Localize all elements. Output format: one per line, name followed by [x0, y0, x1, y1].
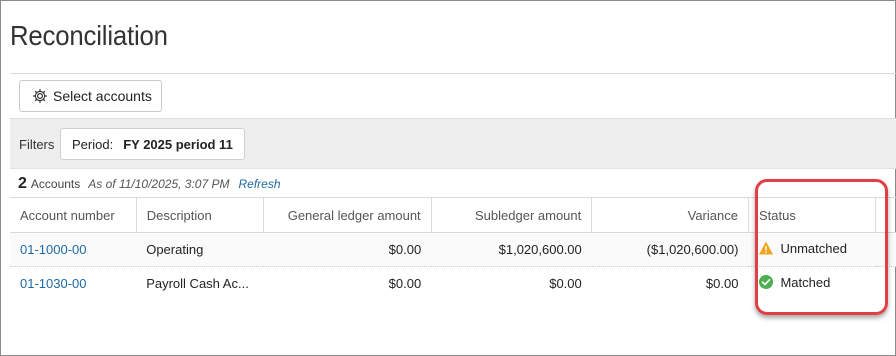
- status-badge: Unmatched: [758, 240, 847, 256]
- account-number-link[interactable]: 01-1000-00: [20, 242, 87, 257]
- accounts-count: 2: [18, 175, 27, 192]
- table-header-row: Account number Description General ledge…: [10, 197, 896, 233]
- column-header-account-number[interactable]: Account number: [10, 197, 137, 233]
- description-cell: Operating: [136, 232, 264, 267]
- column-header-subledger-amount[interactable]: Subledger amount: [430, 197, 592, 233]
- subledger-amount-cell: $1,020,600.00: [431, 232, 592, 267]
- variance-cell: ($1,020,600.00): [591, 232, 749, 267]
- filters-label: Filters: [19, 137, 55, 152]
- reconciliation-table: Account number Description General ledge…: [10, 197, 896, 301]
- status-text: Matched: [780, 274, 831, 290]
- page-title: Reconciliation: [10, 20, 168, 51]
- column-header-variance[interactable]: Variance: [591, 197, 749, 233]
- column-header-spacer: [875, 197, 896, 233]
- check-circle-icon: [758, 274, 774, 290]
- accounts-summary: 2 Accounts As of 11/10/2025, 3:07 PM Ref…: [18, 175, 281, 193]
- as-of-timestamp: As of 11/10/2025, 3:07 PM: [88, 177, 230, 191]
- period-filter-chip[interactable]: Period: FY 2025 period 11: [60, 128, 245, 160]
- status-badge: Matched: [758, 274, 830, 290]
- accounts-count-label: Accounts: [30, 177, 81, 191]
- column-header-description[interactable]: Description: [135, 197, 264, 233]
- table-row[interactable]: 01-1030-00 Payroll Cash Ac... $0.00 $0.0…: [10, 267, 896, 301]
- select-accounts-label: Select accounts: [53, 88, 152, 104]
- variance-cell: $0.00: [705, 276, 739, 292]
- gl-amount-cell: $0.00: [388, 276, 422, 292]
- gear-icon: [32, 88, 48, 104]
- warning-icon: [758, 240, 774, 256]
- period-label: Period:: [72, 136, 114, 152]
- select-accounts-button[interactable]: Select accounts: [19, 80, 162, 112]
- description-cell: Payroll Cash Ac...: [146, 276, 249, 292]
- account-number-link[interactable]: 01-1030-00: [20, 276, 87, 291]
- table-row[interactable]: 01-1000-00 Operating $0.00 $1,020,600.00…: [10, 232, 896, 267]
- gl-amount-cell: $0.00: [263, 232, 432, 267]
- filters-bar: Filters Period: FY 2025 period 11: [10, 118, 896, 169]
- period-value: FY 2025 period 11: [123, 136, 233, 152]
- column-header-status[interactable]: Status: [747, 197, 876, 233]
- subledger-amount-cell: $0.00: [549, 276, 582, 292]
- column-header-gl-amount[interactable]: General ledger amount: [262, 197, 432, 233]
- divider: [10, 73, 896, 74]
- refresh-link[interactable]: Refresh: [238, 177, 280, 191]
- status-text: Unmatched: [780, 240, 847, 256]
